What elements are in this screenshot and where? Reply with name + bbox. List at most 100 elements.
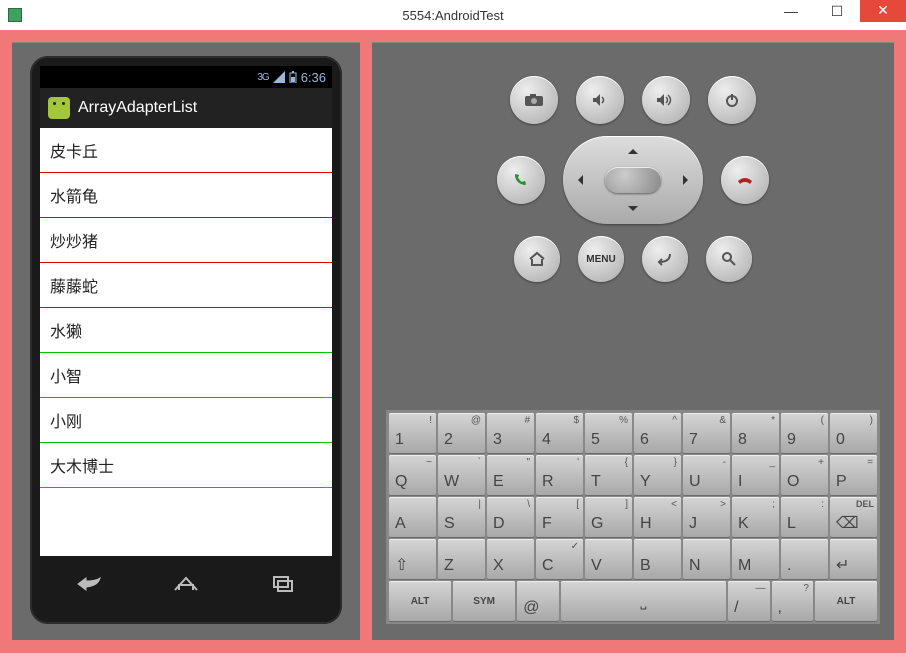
key-main: 4 <box>542 431 551 449</box>
key[interactable]: L: <box>781 497 828 537</box>
key[interactable]: O+ <box>781 455 828 495</box>
minimize-button[interactable]: — <box>768 0 814 22</box>
maximize-button[interactable]: ☐ <box>814 0 860 22</box>
key-main: , <box>778 599 782 617</box>
key[interactable]: ALT <box>389 581 451 621</box>
key[interactable]: T{ <box>585 455 632 495</box>
key-main: 8 <box>738 431 747 449</box>
key[interactable]: Q~ <box>389 455 436 495</box>
dpad-right[interactable] <box>683 175 693 185</box>
camera-button[interactable] <box>510 76 558 124</box>
dpad-up[interactable] <box>628 144 638 154</box>
key[interactable]: E" <box>487 455 534 495</box>
key[interactable]: C✓ <box>536 539 583 579</box>
key[interactable]: K; <box>732 497 779 537</box>
key[interactable]: 3# <box>487 413 534 453</box>
key[interactable]: ↵ <box>830 539 877 579</box>
key[interactable]: Y} <box>634 455 681 495</box>
key-sup: ~ <box>426 457 432 468</box>
key[interactable]: 4$ <box>536 413 583 453</box>
dpad-center[interactable] <box>605 167 661 193</box>
key[interactable]: V <box>585 539 632 579</box>
status-bar: 3G 6:36 <box>40 66 332 88</box>
key[interactable]: 1! <box>389 413 436 453</box>
key[interactable]: W` <box>438 455 485 495</box>
key[interactable]: /— <box>728 581 769 621</box>
key[interactable]: 9( <box>781 413 828 453</box>
key[interactable]: @ <box>517 581 558 621</box>
key-main: L <box>787 515 796 533</box>
dpad-down[interactable] <box>628 206 638 216</box>
key[interactable]: 6^ <box>634 413 681 453</box>
key-main: Q <box>395 473 407 491</box>
key[interactable]: X <box>487 539 534 579</box>
power-button[interactable] <box>708 76 756 124</box>
dpad-left[interactable] <box>573 175 583 185</box>
key-main: G <box>591 515 603 533</box>
key-sup: ` <box>478 457 481 468</box>
key[interactable]: ⌫DEL <box>830 497 877 537</box>
volume-up-button[interactable] <box>642 76 690 124</box>
hardware-keyboard: 1!2@3#4$5%6^7&8*9(0)Q~W`E"R'T{Y}U-I_O+P=… <box>386 410 880 624</box>
keyboard-row: ⇧ ZXC✓VBN M.↵ <box>389 539 877 579</box>
back-button[interactable] <box>76 573 102 595</box>
list-item[interactable]: 水獭 <box>40 308 332 353</box>
key[interactable]: J> <box>683 497 730 537</box>
key[interactable]: 2@ <box>438 413 485 453</box>
key[interactable]: P= <box>830 455 877 495</box>
recent-apps-button[interactable] <box>270 573 296 595</box>
key[interactable]: H< <box>634 497 681 537</box>
phone-screen: 3G 6:36 ArrayAdapterList 皮卡丘水箭龟炒炒猪藤藤蛇水獭小… <box>40 66 332 556</box>
device-panel: 3G 6:36 ArrayAdapterList 皮卡丘水箭龟炒炒猪藤藤蛇水獭小… <box>12 42 360 640</box>
key[interactable]: ALT <box>815 581 877 621</box>
key-main: N <box>689 557 701 575</box>
list-item[interactable]: 水箭龟 <box>40 173 332 218</box>
key-main: E <box>493 473 504 491</box>
key-main: O <box>787 473 799 491</box>
key[interactable]: G] <box>585 497 632 537</box>
key[interactable]: Z <box>438 539 485 579</box>
keyboard-row: Q~W`E"R'T{Y}U-I_O+P= <box>389 455 877 495</box>
list-item[interactable]: 小刚 <box>40 398 332 443</box>
list-item[interactable]: 皮卡丘 <box>40 128 332 173</box>
key[interactable]: 5% <box>585 413 632 453</box>
list-item[interactable]: 炒炒猪 <box>40 218 332 263</box>
hw-home-button[interactable] <box>514 236 560 282</box>
key[interactable]: R' <box>536 455 583 495</box>
list-item[interactable]: 小智 <box>40 353 332 398</box>
key[interactable]: N <box>683 539 730 579</box>
battery-icon <box>289 71 297 83</box>
call-button[interactable] <box>497 156 545 204</box>
hardware-buttons: MENU <box>372 76 894 282</box>
home-button[interactable] <box>173 573 199 595</box>
key[interactable]: S| <box>438 497 485 537</box>
key[interactable]: ⇧ <box>389 539 436 579</box>
volume-down-button[interactable] <box>576 76 624 124</box>
key[interactable]: ,? <box>772 581 813 621</box>
search-button[interactable] <box>706 236 752 282</box>
end-call-button[interactable] <box>721 156 769 204</box>
key[interactable]: A <box>389 497 436 537</box>
key-main: Y <box>640 473 651 491</box>
key[interactable]: 0) <box>830 413 877 453</box>
key[interactable]: M <box>732 539 779 579</box>
key[interactable]: SYM <box>453 581 515 621</box>
key[interactable]: D\ <box>487 497 534 537</box>
key-main: P <box>836 473 847 491</box>
key[interactable]: I_ <box>732 455 779 495</box>
key[interactable]: F[ <box>536 497 583 537</box>
list-item[interactable]: 大木博士 <box>40 443 332 488</box>
key-main: ⇧ <box>395 555 408 575</box>
list-item[interactable]: 藤藤蛇 <box>40 263 332 308</box>
key[interactable]: U- <box>683 455 730 495</box>
hw-back-button[interactable] <box>642 236 688 282</box>
key-sup: ' <box>577 457 579 468</box>
key[interactable]: . <box>781 539 828 579</box>
close-button[interactable]: ✕ <box>860 0 906 22</box>
key[interactable]: 7& <box>683 413 730 453</box>
menu-button[interactable]: MENU <box>578 236 624 282</box>
key[interactable]: ⎵ <box>561 581 727 621</box>
key[interactable]: 8* <box>732 413 779 453</box>
list-view[interactable]: 皮卡丘水箭龟炒炒猪藤藤蛇水獭小智小刚大木博士 <box>40 128 332 556</box>
key[interactable]: B <box>634 539 681 579</box>
